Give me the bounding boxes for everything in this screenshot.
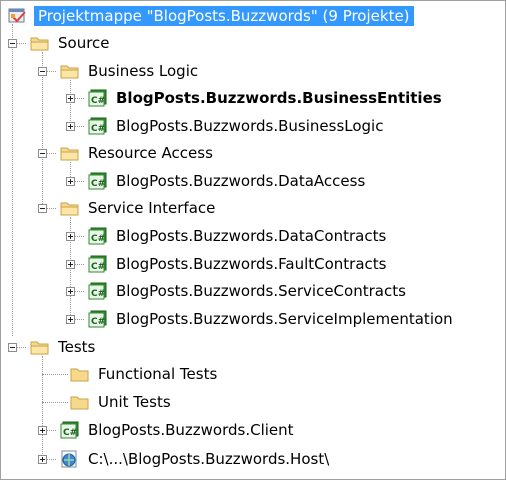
expand-toggle-dataaccess[interactable] bbox=[66, 177, 75, 186]
solution-icon bbox=[8, 7, 28, 25]
tree-item-label: Unit Tests bbox=[98, 393, 171, 411]
csharp-project-icon: C# bbox=[88, 89, 108, 107]
tree-item-label: BlogPosts.Buzzwords.FaultContracts bbox=[116, 255, 387, 273]
svg-text:C#: C# bbox=[91, 96, 105, 106]
folder-icon bbox=[30, 338, 50, 356]
tree-item-source[interactable]: Source bbox=[30, 31, 112, 55]
tree-line bbox=[42, 374, 68, 375]
csharp-project-icon: C# bbox=[60, 421, 80, 439]
tree-item-label: Source bbox=[58, 34, 110, 52]
svg-text:C#: C# bbox=[91, 179, 105, 189]
collapse-toggle-business-logic[interactable] bbox=[38, 67, 47, 76]
svg-text:C#: C# bbox=[91, 317, 105, 327]
tree-item-label: Resource Access bbox=[88, 144, 213, 162]
expand-toggle-businessentities[interactable] bbox=[66, 94, 75, 103]
tree-item-label: BlogPosts.Buzzwords.Client bbox=[88, 421, 294, 439]
web-project-icon bbox=[60, 450, 80, 468]
expand-toggle-client[interactable] bbox=[38, 426, 47, 435]
folder-icon bbox=[30, 34, 50, 52]
svg-text:C#: C# bbox=[91, 124, 105, 134]
csharp-project-icon: C# bbox=[88, 227, 108, 245]
folder-icon bbox=[60, 62, 80, 80]
csharp-project-icon: C# bbox=[88, 310, 108, 328]
tree-item-label: BlogPosts.Buzzwords.BusinessEntities bbox=[116, 89, 442, 107]
tree-line bbox=[42, 356, 43, 460]
csharp-project-icon: C# bbox=[88, 117, 108, 135]
tree-item-project-businessentities[interactable]: C# BlogPosts.Buzzwords.BusinessEntities bbox=[88, 86, 444, 110]
tree-item-project-dataaccess[interactable]: C# BlogPosts.Buzzwords.DataAccess bbox=[88, 169, 367, 193]
svg-text:C#: C# bbox=[63, 428, 77, 438]
folder-icon bbox=[70, 393, 90, 411]
tree-item-functional-tests[interactable]: Functional Tests bbox=[70, 362, 219, 386]
csharp-project-icon: C# bbox=[88, 172, 108, 190]
expand-toggle-businesslogic[interactable] bbox=[66, 122, 75, 131]
collapse-toggle-tests[interactable] bbox=[8, 343, 17, 352]
folder-icon bbox=[60, 144, 80, 162]
tree-line bbox=[12, 24, 13, 336]
tree-item-project-datacontracts[interactable]: C# BlogPosts.Buzzwords.DataContracts bbox=[88, 224, 388, 248]
tree-item-label: Tests bbox=[58, 338, 96, 356]
tree-item-project-businesslogic[interactable]: C# BlogPosts.Buzzwords.BusinessLogic bbox=[88, 114, 385, 138]
tree-line bbox=[42, 52, 43, 212]
tree-line bbox=[42, 402, 68, 403]
expand-toggle-datacontracts[interactable] bbox=[66, 232, 75, 241]
tree-item-label: BlogPosts.Buzzwords.DataContracts bbox=[116, 227, 387, 245]
tree-item-project-client[interactable]: C# BlogPosts.Buzzwords.Client bbox=[60, 418, 296, 442]
collapse-toggle-service-interface[interactable] bbox=[38, 204, 47, 213]
tree-item-unit-tests[interactable]: Unit Tests bbox=[70, 390, 173, 414]
expand-toggle-servicecontracts[interactable] bbox=[66, 287, 75, 296]
tree-item-label: Functional Tests bbox=[98, 365, 218, 383]
expand-toggle-serviceimplementation[interactable] bbox=[66, 315, 75, 324]
folder-icon bbox=[60, 199, 80, 217]
tree-item-service-interface[interactable]: Service Interface bbox=[60, 196, 217, 220]
collapse-toggle-source[interactable] bbox=[8, 39, 17, 48]
tree-item-resource-access[interactable]: Resource Access bbox=[60, 141, 215, 165]
folder-icon bbox=[70, 365, 90, 383]
tree-item-tests[interactable]: Tests bbox=[30, 335, 97, 359]
csharp-project-icon: C# bbox=[88, 282, 108, 300]
collapse-toggle-resource-access[interactable] bbox=[38, 149, 47, 158]
tree-line bbox=[70, 80, 71, 127]
tree-item-label: Business Logic bbox=[88, 62, 199, 80]
tree-item-label: Service Interface bbox=[88, 199, 216, 217]
solution-tree: Projektmappe "BlogPosts.Buzzwords" (9 Pr… bbox=[0, 0, 506, 480]
expand-toggle-host[interactable] bbox=[38, 455, 47, 464]
svg-text:C#: C# bbox=[91, 234, 105, 244]
svg-text:C#: C# bbox=[91, 289, 105, 299]
tree-item-website-host[interactable]: C:\...\BlogPosts.Buzzwords.Host\ bbox=[60, 447, 331, 471]
tree-item-label: BlogPosts.Buzzwords.BusinessLogic bbox=[116, 117, 384, 135]
tree-root-solution[interactable]: Projektmappe "BlogPosts.Buzzwords" (9 Pr… bbox=[8, 4, 414, 28]
csharp-project-icon: C# bbox=[88, 255, 108, 273]
svg-text:C#: C# bbox=[91, 262, 105, 272]
tree-item-label: BlogPosts.Buzzwords.ServiceContracts bbox=[116, 282, 406, 300]
expand-toggle-faultcontracts[interactable] bbox=[66, 260, 75, 269]
tree-item-project-serviceimplementation[interactable]: C# BlogPosts.Buzzwords.ServiceImplementa… bbox=[88, 307, 455, 331]
solution-label: Projektmappe "BlogPosts.Buzzwords" (9 Pr… bbox=[34, 6, 414, 26]
tree-item-label: BlogPosts.Buzzwords.DataAccess bbox=[116, 172, 366, 190]
tree-item-project-faultcontracts[interactable]: C# BlogPosts.Buzzwords.FaultContracts bbox=[88, 252, 388, 276]
tree-item-label: BlogPosts.Buzzwords.ServiceImplementatio… bbox=[116, 310, 453, 328]
tree-item-label: C:\...\BlogPosts.Buzzwords.Host\ bbox=[88, 450, 330, 468]
tree-item-project-servicecontracts[interactable]: C# BlogPosts.Buzzwords.ServiceContracts bbox=[88, 279, 408, 303]
tree-item-business-logic[interactable]: Business Logic bbox=[60, 59, 200, 83]
